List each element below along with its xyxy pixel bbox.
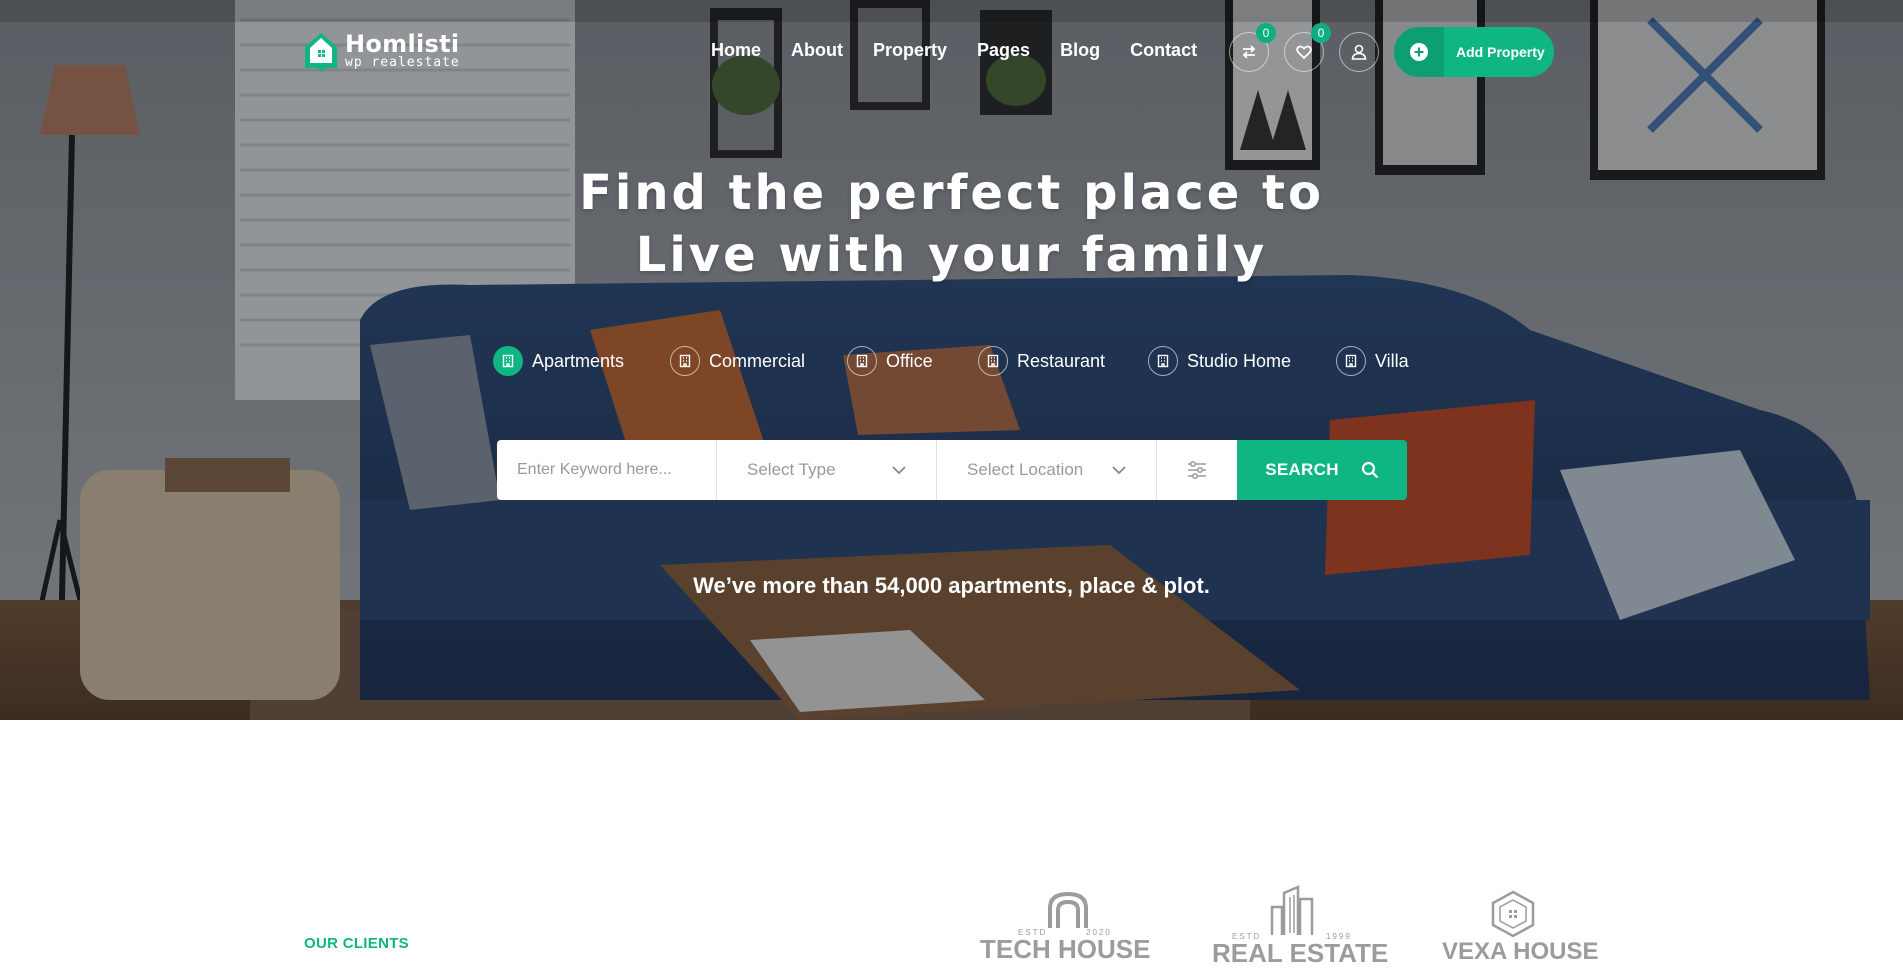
type-tab-office[interactable]: Office [847, 346, 933, 376]
client-logo-vexa-house[interactable]: VEXA HOUSE [1440, 890, 1598, 964]
type-tab-restaurant[interactable]: Restaurant [978, 346, 1105, 376]
keyword-input[interactable] [517, 461, 707, 479]
sliders-icon [1188, 461, 1206, 479]
building-icon [1148, 346, 1178, 376]
chevron-down-icon [892, 465, 906, 474]
add-property-icon-wrap [1394, 27, 1444, 77]
nav-blog[interactable]: Blog [1060, 40, 1100, 61]
search-button[interactable]: SEARCH [1237, 440, 1407, 500]
add-property-button[interactable]: Add Property [1394, 27, 1554, 77]
search-icon [1361, 461, 1379, 479]
brand-name: Homlisti [345, 30, 460, 58]
type-label-apartments: Apartments [532, 350, 625, 371]
hero-overlay [0, 0, 1903, 720]
keyword-field-wrap [497, 440, 717, 500]
nav-home[interactable]: Home [711, 40, 761, 61]
type-label-office: Office [886, 350, 933, 371]
type-tab-apartments[interactable]: Apartments [493, 346, 624, 376]
building-icon [670, 346, 700, 376]
hero-section: Homlisti wp realestate Home About Proper… [0, 0, 1903, 720]
compare-button[interactable]: 0 [1229, 23, 1276, 72]
favorites-count-badge: 0 [1311, 23, 1331, 43]
type-tab-villa[interactable]: Villa [1336, 346, 1409, 376]
compare-count-badge: 0 [1256, 23, 1276, 43]
tech-house-name: TECH HOUSE [980, 934, 1151, 964]
chevron-down-icon [1112, 465, 1126, 474]
main-navigation: Home About Property Pages Blog Contact [711, 40, 1197, 61]
location-select-value: Select Location [967, 460, 1084, 479]
search-button-label: SEARCH [1265, 460, 1339, 479]
type-label-commercial: Commercial [709, 350, 806, 371]
logo-text: Homlisti wp realestate [345, 32, 460, 70]
nav-pages[interactable]: Pages [977, 40, 1030, 61]
real-estate-name: REAL ESTATE [1212, 938, 1389, 968]
building-icon [1336, 346, 1366, 376]
type-label-studio-home: Studio Home [1187, 350, 1292, 371]
type-tab-studio-home[interactable]: Studio Home [1148, 346, 1291, 376]
hexagon-emblem-icon [1491, 890, 1535, 938]
plus-circle-icon [1410, 43, 1428, 61]
compare-arrows-icon [1242, 45, 1256, 59]
nav-contact[interactable]: Contact [1130, 40, 1197, 61]
clients-section-label: OUR CLIENTS [304, 935, 409, 952]
account-button[interactable] [1339, 32, 1379, 72]
advanced-filter-button[interactable] [1157, 440, 1237, 500]
type-select[interactable]: Select Type [717, 440, 937, 500]
heart-icon [1296, 45, 1312, 60]
site-logo[interactable]: Homlisti wp realestate [303, 30, 460, 72]
header-top-strip [0, 0, 1903, 22]
property-search-form: Select Type Select Location SEARCH [497, 440, 1407, 500]
building-icon [847, 346, 877, 376]
hero-headline-line-2: Live with your family [635, 227, 1268, 283]
type-label-restaurant: Restaurant [1017, 350, 1106, 371]
brand-tagline: wp realestate [345, 55, 460, 70]
user-icon [1351, 44, 1367, 60]
add-property-label: Add Property [1456, 44, 1545, 60]
building-icon [978, 346, 1008, 376]
vexa-house-name: VEXA HOUSE [1442, 938, 1599, 965]
hero-headline: Find the perfect place to Live with your… [0, 162, 1903, 286]
hero-tagline: We’ve more than 54,000 apartments, place… [693, 573, 1210, 598]
client-logo-tech-house[interactable]: ESTD 2020 TECH HOUSE [978, 890, 1150, 962]
nav-about[interactable]: About [791, 40, 843, 61]
nav-property[interactable]: Property [873, 40, 947, 61]
location-select[interactable]: Select Location [937, 440, 1157, 500]
tech-house-emblem-icon [1048, 891, 1088, 928]
hero-headline-line-1: Find the perfect place to [579, 165, 1324, 221]
house-logo-icon [305, 33, 337, 72]
client-logo-real-estate[interactable]: ESTD 1999 REAL ESTATE [1210, 885, 1388, 966]
type-tab-commercial[interactable]: Commercial [670, 346, 805, 376]
favorites-button[interactable]: 0 [1284, 23, 1331, 72]
building-icon [493, 346, 523, 376]
type-label-villa: Villa [1375, 350, 1409, 371]
buildings-emblem-icon [1270, 885, 1314, 935]
type-select-value: Select Type [747, 460, 836, 479]
